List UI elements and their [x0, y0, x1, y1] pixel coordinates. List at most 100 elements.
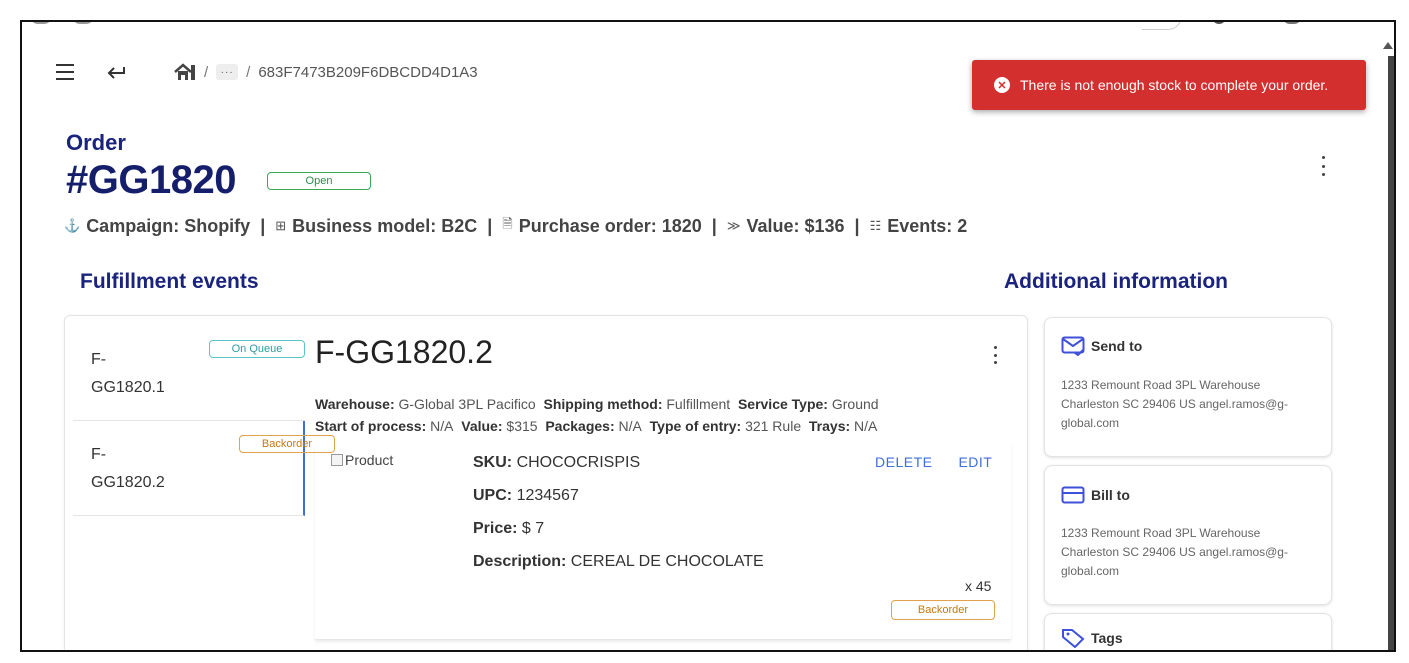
event-name-prefix: F-	[91, 351, 107, 368]
packages-label: Packages:	[545, 418, 615, 434]
error-icon: ✕	[994, 77, 1010, 93]
address-bar-edge	[1142, 22, 1182, 30]
packages-value: N/A	[618, 418, 642, 434]
meta-divider: |	[854, 215, 860, 236]
order-label: Order	[66, 130, 126, 155]
events-list: F- GG1820.1 On Queue F- GG1820.2 Backord…	[73, 326, 335, 516]
event-name: F- GG1820.1	[91, 346, 181, 402]
breadcrumb-current: 683F7473B209F6DBCDD4D1A3	[258, 63, 478, 81]
event-name: F- GG1820.2	[91, 441, 181, 497]
purchase-order: Purchase order: 1820	[518, 215, 702, 236]
warehouse-label: Warehouse:	[315, 396, 395, 412]
description-value: CEREAL DE CHOCOLATE	[570, 553, 764, 570]
event-detail-line: Warehouse: G-Global 3PL Pacifico Shippin…	[315, 396, 879, 412]
campaign: Campaign: Shopify	[86, 215, 251, 236]
breadcrumb-ellipsis[interactable]: ···	[216, 64, 239, 80]
event-status-badge: On Queue	[209, 340, 305, 358]
event-detail: F-GG1820.2 Warehouse: G-Global 3PL Pacif…	[305, 316, 1027, 650]
business-model-icon: ⊞	[275, 218, 287, 233]
scrollbar[interactable]	[1382, 22, 1394, 650]
home-icon[interactable]	[174, 63, 196, 81]
edit-button[interactable]: EDIT	[958, 454, 992, 470]
product-quantity: x 45	[965, 578, 992, 594]
delete-button[interactable]: DELETE	[875, 454, 932, 470]
breadcrumb-separator: /	[246, 63, 251, 81]
product-image: Product	[331, 452, 393, 468]
scrollbar-track[interactable]	[1388, 56, 1394, 650]
value-icon: ≫	[726, 218, 741, 233]
breadcrumb-separator: /	[204, 63, 209, 81]
event-detail-title: F-GG1820.2	[315, 334, 493, 370]
fulfillment-events-heading: Fulfillment events	[80, 270, 259, 293]
business-model: Business model: B2C	[292, 215, 478, 236]
order-number: #GG1820	[66, 158, 236, 202]
sku-value: CHOCOCRISPIS	[516, 454, 641, 471]
tag-icon	[1062, 629, 1085, 648]
order-value: Value: $136	[746, 215, 845, 236]
shipping-method-value: Fulfillment	[666, 396, 731, 412]
bill-to-card: Bill to 1233 Remount Road 3PL Warehouse …	[1044, 465, 1332, 605]
browser-frame: / ··· / 683F7473B209F6DBCDD4D1A3 ✕ There…	[20, 20, 1396, 652]
send-to-card: Send to 1233 Remount Road 3PL Warehouse …	[1044, 317, 1332, 457]
order-more-icon[interactable]	[1317, 156, 1329, 176]
product-sku: SKU: CHOCOCRISPIS	[473, 454, 640, 472]
back-arrow-icon[interactable]	[106, 64, 126, 80]
events-count: Events: 2	[887, 215, 968, 236]
breadcrumb: / ··· / 683F7473B209F6DBCDD4D1A3	[174, 63, 478, 81]
event-name-id: GG1820.1	[91, 379, 165, 396]
product-upc: UPC: 1234567	[473, 487, 579, 505]
product-status-badge: Backorder	[891, 600, 995, 620]
tab-fragment	[1212, 22, 1226, 24]
entry-type-label: Type of entry:	[649, 418, 742, 434]
send-to-header: Send to	[1061, 336, 1142, 356]
description-label: Description:	[473, 553, 567, 570]
trays-value: N/A	[854, 418, 878, 434]
start-value: N/A	[430, 418, 454, 434]
upc-value: 1234567	[516, 487, 579, 504]
mail-check-icon	[1061, 336, 1085, 356]
event-item[interactable]: F- GG1820.1 On Queue	[73, 326, 305, 421]
credit-card-icon	[1061, 486, 1085, 504]
event-more-icon[interactable]	[989, 346, 1001, 364]
tags-header: Tags	[1061, 628, 1123, 648]
product-price: Price: $ 7	[473, 520, 544, 538]
tab-fragment	[30, 22, 52, 24]
events-icon: ☷	[869, 218, 882, 233]
product-actions: DELETE EDIT	[875, 454, 992, 470]
event-item-selected[interactable]: F- GG1820.2 Backorder	[73, 421, 335, 516]
meta-divider: |	[487, 215, 493, 236]
menu-icon[interactable]	[54, 64, 76, 80]
meta-divider: |	[260, 215, 266, 236]
toast-message: There is not enough stock to complete yo…	[1020, 77, 1329, 93]
product-image-alt: Product	[345, 452, 394, 468]
event-detail-line: Start of process: N/A Value: $315 Packag…	[315, 418, 877, 434]
price-value: $ 7	[521, 520, 545, 537]
order-status-badge: Open	[267, 172, 371, 190]
order-meta: ⚓ Campaign: Shopify | ⊞ Business model: …	[64, 215, 967, 237]
scroll-up-arrow-icon[interactable]	[1383, 42, 1393, 49]
start-label: Start of process:	[315, 418, 427, 434]
additional-info-heading: Additional information	[1004, 270, 1228, 293]
profile-fragment	[1282, 22, 1302, 24]
upc-label: UPC:	[473, 487, 513, 504]
send-to-title: Send to	[1091, 338, 1143, 354]
purchase-order-icon: 🗎	[502, 216, 513, 231]
service-type-value: Ground	[831, 396, 879, 412]
tags-title: Tags	[1091, 630, 1123, 646]
service-type-label: Service Type:	[737, 396, 828, 412]
product-description: Description: CEREAL DE CHOCOLATE	[473, 553, 764, 571]
meta-divider: |	[711, 215, 717, 236]
browser-top-strip	[22, 22, 1394, 32]
event-name-prefix: F-	[91, 446, 107, 463]
product-card: Product SKU: CHOCOCRISPIS UPC: 1234567 P…	[315, 444, 1011, 640]
event-name-id: GG1820.2	[91, 474, 165, 491]
trays-label: Trays:	[808, 418, 851, 434]
shipping-method-label: Shipping method:	[543, 396, 663, 412]
campaign-icon: ⚓	[64, 218, 81, 233]
tab-fragment	[72, 22, 94, 24]
price-label: Price:	[473, 520, 518, 537]
tags-card: Tags	[1044, 613, 1332, 650]
bill-to-title: Bill to	[1091, 487, 1130, 503]
warehouse-value: G-Global 3PL Pacifico	[398, 396, 536, 412]
sku-label: SKU:	[473, 454, 513, 471]
